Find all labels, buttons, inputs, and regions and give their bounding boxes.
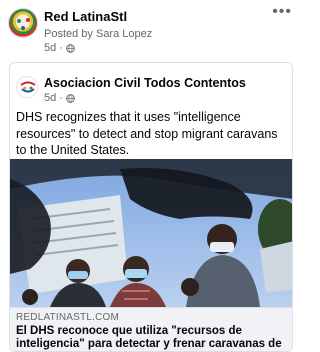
post-header: Red LatinaStl Posted by Sara Lopez 5d · …	[0, 0, 300, 58]
shared-post-card[interactable]: Asociacion Civil Todos Contentos 5d · DH…	[9, 62, 293, 352]
post-meta: 5d ·	[44, 42, 75, 54]
globe-icon	[66, 93, 75, 103]
link-preview-footer[interactable]: REDLATINASTL.COM El DHS reconoce que uti…	[10, 307, 292, 351]
link-preview-image[interactable]	[10, 159, 292, 307]
shared-post-text: DHS recognizes that it uses "intelligenc…	[16, 110, 278, 157]
globe-icon	[66, 43, 75, 53]
page-name-link[interactable]: Red LatinaStl	[44, 9, 127, 24]
more-options-icon[interactable]: •••	[272, 4, 292, 20]
link-domain: REDLATINASTL.COM	[16, 312, 120, 323]
shared-post-meta: 5d ·	[44, 92, 75, 104]
shared-page-avatar[interactable]	[16, 76, 38, 98]
post-timestamp[interactable]: 5d	[44, 42, 56, 54]
link-title[interactable]: El DHS reconoce que utiliza "recursos de…	[16, 325, 290, 351]
page-avatar[interactable]	[8, 8, 38, 38]
shared-page-name-link[interactable]: Asociacion Civil Todos Contentos	[44, 76, 246, 90]
posted-by-label: Posted by Sara Lopez	[44, 28, 153, 40]
shared-post-timestamp[interactable]: 5d	[44, 92, 56, 104]
